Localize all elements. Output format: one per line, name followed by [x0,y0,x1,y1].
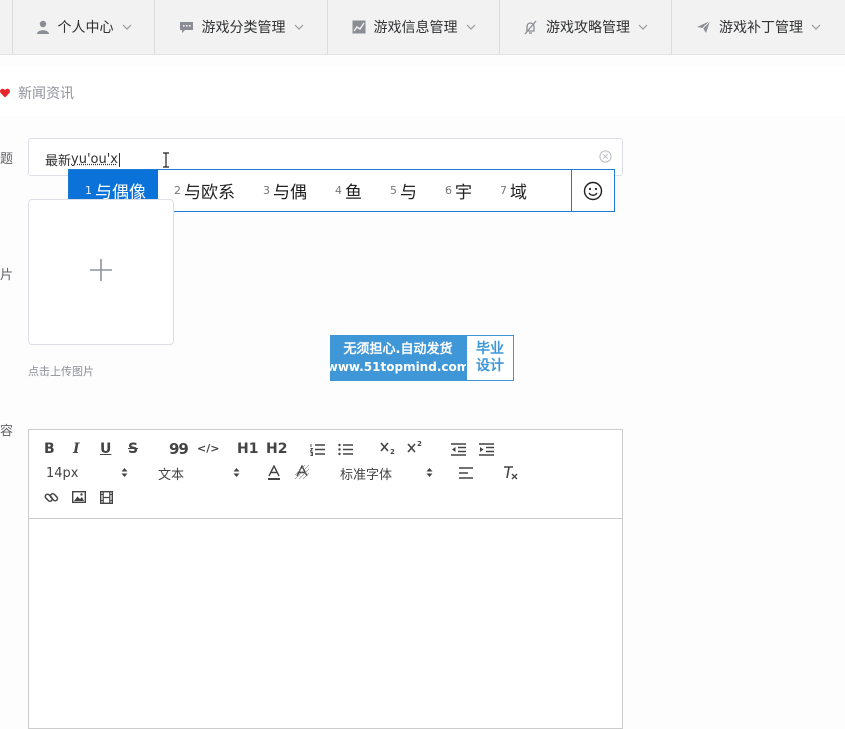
underline-button[interactable]: U [100,441,111,457]
title-label: 标题 [0,152,14,167]
candidate-number: 7 [500,184,507,197]
candidate-text: 域 [510,183,527,203]
watermark-side2: 设计 [476,358,504,374]
nav-item-label: 游戏补丁管理 [719,20,803,36]
header-picker-value: 文本 [158,467,185,483]
nav-item-game-category[interactable]: 游戏分类管理 [155,0,328,54]
watermark: 无须担心.自动发货 www.51topmind.com 毕业 设计 [327,335,514,381]
title-value: 最新 yu'ou'x [45,150,120,169]
outdent-icon[interactable] [451,443,466,456]
top-nav: 个人中心 游戏分类管理 游戏信息管理 游戏攻略管理 游戏补丁管理 [0,0,845,55]
watermark-line1: 无须担心.自动发货 [343,341,453,357]
header-1-button[interactable]: H1 [237,441,258,457]
indent-icon[interactable] [479,443,494,456]
nav-item-game-guide[interactable]: 游戏攻略管理 [500,0,672,54]
nav-item-label: 游戏攻略管理 [546,20,630,36]
chevron-down-icon [638,24,648,30]
candidate-number: 4 [335,184,342,197]
nav-item-label: 游戏分类管理 [201,20,286,36]
font-size-value: 14px [46,465,79,481]
candidate-number: 2 [174,184,181,197]
ime-candidate[interactable]: 7域 [484,170,539,211]
link-icon[interactable] [44,490,59,505]
bullet-list-icon[interactable] [338,443,353,456]
bold-button[interactable]: B [44,441,55,457]
subscript-icon[interactable]: 2 [380,441,396,455]
picker-arrows-icon [121,467,128,478]
upload-hint: 点击上传图片 [28,365,94,378]
watermark-side1: 毕业 [476,341,504,357]
chevron-down-icon [122,24,132,30]
candidate-number: 1 [85,184,92,197]
comment-icon [179,21,194,34]
text-caret [118,152,120,167]
editor-toolbar: B I U S 99 </> H1 H2 2 2 14px 文本 标准字体 [29,430,622,519]
background-color-icon[interactable] [295,465,310,481]
chevron-down-icon [294,24,304,30]
candidate-text: 宇 [455,183,472,203]
align-icon[interactable] [459,467,473,479]
candidate-text: 与偶 [273,183,307,203]
picker-arrows-icon [233,467,240,478]
chevron-down-icon [811,24,821,30]
code-block-button[interactable]: </> [197,442,219,455]
font-color-icon[interactable] [267,465,281,481]
user-icon [36,20,50,34]
candidate-number: 5 [390,184,397,197]
candidate-text: 鱼 [345,183,362,203]
nav-item-label: 个人中心 [57,20,114,36]
font-family-picker[interactable]: 标准字体 [340,465,436,483]
superscript-icon[interactable]: 2 [407,440,423,454]
rich-text-editor: B I U S 99 </> H1 H2 2 2 14px 文本 标准字体 [28,429,623,729]
send-icon [696,20,711,34]
picker-arrows-icon [426,467,433,478]
nav-item-game-info[interactable]: 游戏信息管理 [328,0,500,54]
plus-icon [88,257,114,287]
header-picker[interactable]: 文本 [158,465,243,483]
heart-icon [0,88,10,98]
svg-text:2: 2 [417,440,422,448]
ime-candidate[interactable]: 3 与偶 [247,170,319,211]
ime-candidate[interactable]: 5与 [374,170,429,211]
header-2-button[interactable]: H2 [266,441,287,457]
candidate-text: 与 [400,183,417,203]
svg-text:2: 2 [390,448,395,455]
image-icon[interactable] [72,491,86,503]
bell-off-icon [523,20,538,35]
candidate-number: 3 [263,184,270,197]
editor-content-area[interactable] [29,519,622,728]
chart-icon [352,20,366,34]
candidate-text: 与欧系 [184,183,235,203]
chevron-down-icon [466,24,476,30]
clear-format-icon[interactable] [503,465,519,480]
content-label: 内容 [0,424,14,439]
title-value-text: 最新 [45,154,72,169]
watermark-side: 毕业 设计 [466,335,514,381]
nav-item-game-patch[interactable]: 游戏补丁管理 [672,0,845,54]
nav-item-personal-center[interactable]: 个人中心 [12,0,155,54]
font-size-picker[interactable]: 14px [46,465,131,481]
ime-composition-text: yu'ou'x [71,152,118,167]
nav-item-label: 游戏信息管理 [373,20,458,36]
emoji-icon[interactable] [571,170,614,211]
italic-button[interactable]: I [73,441,80,457]
image-uploader[interactable] [28,199,174,345]
font-family-value: 标准字体 [340,467,393,483]
strike-button[interactable]: S [128,441,138,457]
ime-candidate[interactable]: 4鱼 [319,170,374,211]
video-icon[interactable] [100,491,113,504]
blockquote-button[interactable]: 99 [169,440,189,458]
breadcrumb: 新闻资讯 [0,83,74,103]
ordered-list-icon[interactable] [310,443,325,456]
image-label: 图片 [0,268,14,283]
watermark-line2: www.51topmind.com [326,359,470,374]
watermark-main: 无须担心.自动发货 www.51topmind.com [327,335,469,381]
candidate-number: 6 [445,184,452,197]
clear-icon[interactable] [599,150,612,163]
breadcrumb-current[interactable]: 新闻资讯 [18,83,74,103]
ime-candidate[interactable]: 6宇 [429,170,484,211]
breadcrumb-bar: 新闻资讯 [0,66,845,116]
